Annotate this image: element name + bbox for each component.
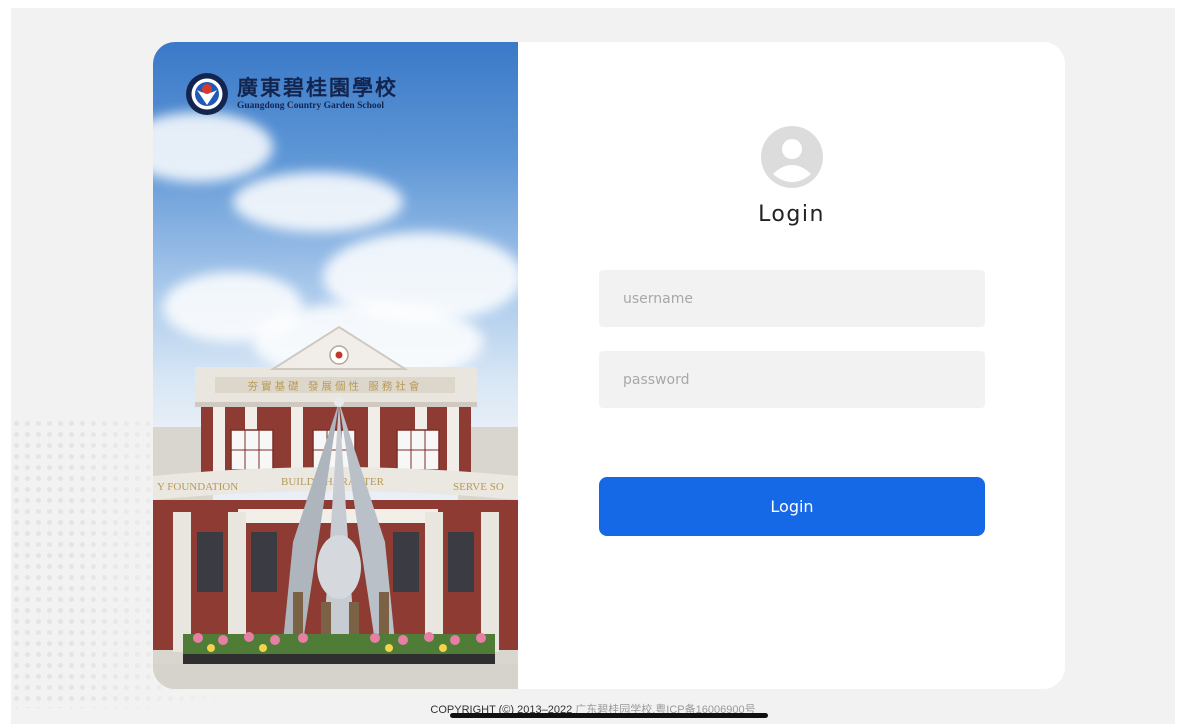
sign-build-character: BUILD CHARACTER xyxy=(281,476,385,488)
sign-serve: SERVE SO xyxy=(453,481,504,493)
user-avatar-icon xyxy=(761,126,823,188)
campus-photo: 夯實基礎 發展個性 服務社會 Y FOUNDATION BUILD CHARAC… xyxy=(153,42,518,689)
login-form: Login Login xyxy=(518,42,1065,689)
password-input[interactable] xyxy=(599,351,985,408)
school-logo: 廣東碧桂園學校 Guangdong Country Garden School xyxy=(185,72,398,116)
login-button[interactable]: Login xyxy=(599,477,985,536)
school-emblem-icon xyxy=(186,73,228,115)
campus-building-illustration: 夯實基礎 發展個性 服務社會 Y FOUNDATION BUILD CHARAC… xyxy=(153,325,518,689)
home-indicator[interactable] xyxy=(450,713,768,718)
school-name-cn: 廣東碧桂園學校 xyxy=(237,75,398,100)
username-input[interactable] xyxy=(599,270,985,327)
sign-foundation: Y FOUNDATION xyxy=(157,481,238,493)
building-slogan-cn: 夯實基礎 發展個性 服務社會 xyxy=(248,380,423,393)
page-background: 夯實基礎 發展個性 服務社會 Y FOUNDATION BUILD CHARAC… xyxy=(11,8,1175,724)
school-name-en: Guangdong Country Garden School xyxy=(237,101,385,111)
login-title: Login xyxy=(758,202,825,227)
login-card: 夯實基礎 發展個性 服務社會 Y FOUNDATION BUILD CHARAC… xyxy=(153,42,1065,689)
